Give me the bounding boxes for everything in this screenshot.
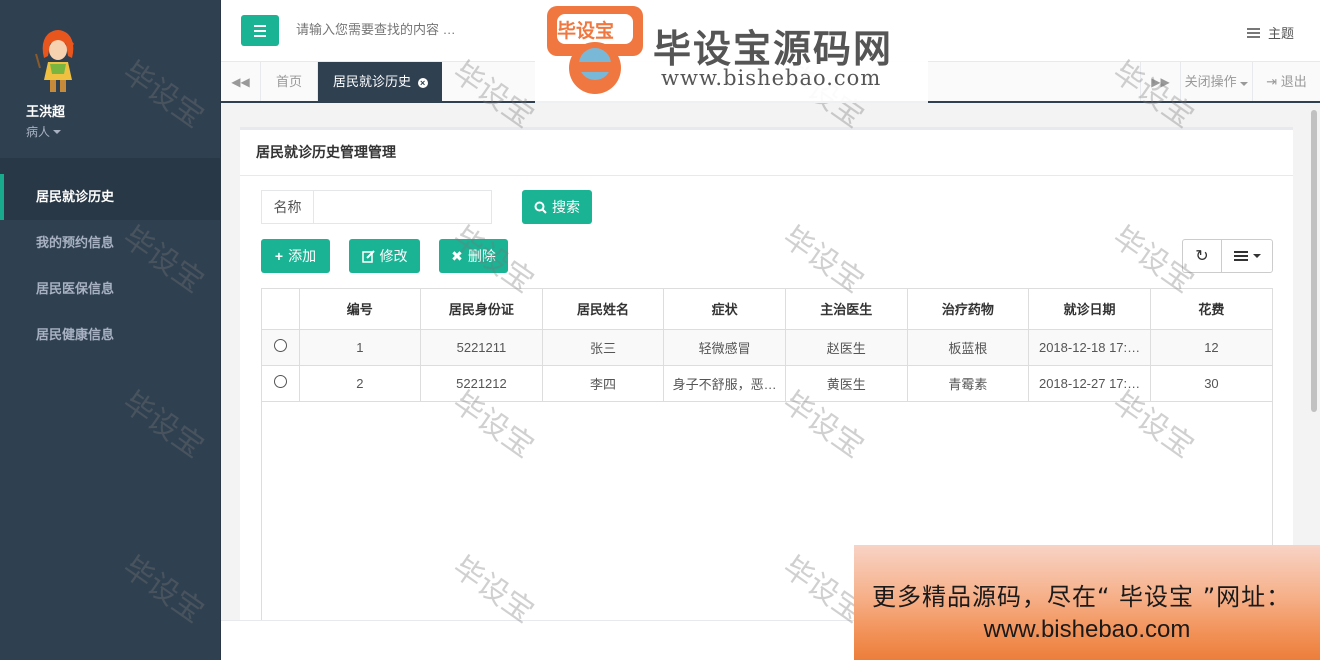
avatar[interactable] [34,28,82,94]
edit-icon [361,249,375,263]
column-header[interactable]: 花费 [1149,289,1272,330]
add-button[interactable]: + 添加 [261,239,330,273]
caret-down-icon [1252,254,1261,258]
table-cell: 2018-12-27 17:… [1028,365,1151,402]
name-search-input[interactable] [314,191,491,223]
table-cell: 轻微感冒 [663,329,786,366]
tab-scroll-left-button[interactable]: ◀◀ [221,62,261,101]
close-operations-dropdown[interactable]: 关闭操作 [1180,62,1252,101]
column-header[interactable]: 编号 [298,289,421,330]
logo-banner: 毕设宝 毕设宝源码网 www.bishebao.com [535,0,928,103]
menu-toggle-button[interactable] [241,15,279,46]
table-cell: 板蓝根 [906,329,1029,366]
tab-visit-history-label: 居民就诊历史 [333,74,412,89]
column-header[interactable]: 症状 [663,289,786,330]
promo-url: www.bishebao.com [983,616,1191,643]
theme-label: 主题 [1267,26,1294,41]
panel-title: 居民就诊历史管理管理 [240,130,1293,176]
column-header[interactable]: 居民身份证 [420,289,543,330]
edit-button[interactable]: 修改 [349,239,420,273]
menu-bar-icon [254,24,266,27]
table-cell: 12 [1149,329,1272,366]
table-cell: 身子不舒服，恶… [663,365,786,402]
search-button[interactable]: 搜索 [522,190,592,224]
table-cell: 30 [1149,365,1272,402]
logout-icon: ⇥ [1266,74,1278,89]
tab-home[interactable]: 首页 [261,62,319,101]
table-header-row: 编号 居民身份证 居民姓名 症状 主治医生 治疗药物 就诊日期 花费 [262,289,1272,330]
name-search-group: 名称 [261,190,492,224]
refresh-icon: ↻ [1195,248,1209,265]
table-row[interactable]: 1 5221211 张三 轻微感冒 赵医生 板蓝根 2018-12-18 17:… [262,329,1272,366]
user-name: 王洪超 [26,104,66,119]
profile-divider [0,158,220,174]
promo-banner: 更多精品源码，尽在“ 毕设宝 ”网址： www.bishebao.com [854,545,1320,660]
caret-down-icon [53,129,62,134]
sidebar: 王洪超 病人 居民就诊历史 我的预约信息 居民医保信息 居民健康信息 [0,0,221,660]
table-cell: 2018-12-18 17:… [1028,329,1151,366]
sidebar-nav: 居民就诊历史 我的预约信息 居民医保信息 居民健康信息 [0,174,220,358]
sidebar-item-visit-history[interactable]: 居民就诊历史 [0,174,220,220]
row-radio[interactable] [273,339,287,352]
theme-button[interactable]: 主题 [1246,23,1294,42]
column-header[interactable]: 治疗药物 [906,289,1029,330]
row-select-cell [262,365,299,402]
logo-title: 毕设宝源码网 [653,27,894,71]
table-cell: 黄医生 [785,365,908,402]
close-operations-label: 关闭操作 [1184,74,1237,89]
refresh-button[interactable]: ↻ [1182,239,1222,273]
logo-url: www.bishebao.com [661,66,882,90]
forward-icon: ▶▶ [1151,74,1170,89]
plus-icon: + [274,248,284,264]
logo-badge-text: 毕设宝 [557,20,615,42]
sidebar-item-insurance[interactable]: 居民医保信息 [0,266,220,312]
sidebar-item-health[interactable]: 居民健康信息 [0,312,220,358]
promo-text: 更多精品源码，尽在“ 毕设宝 ”网址： [872,583,1292,611]
backward-icon: ◀◀ [231,74,250,89]
remove-icon: ✖ [451,247,463,264]
profile: 王洪超 病人 [0,0,220,158]
add-button-label: 添加 [288,248,317,264]
caret-down-icon [1240,82,1249,86]
global-search-input[interactable] [296,22,546,37]
logout-button[interactable]: ⇥ 退出 [1252,62,1320,101]
theme-list-icon [1246,27,1260,38]
table-cell: 张三 [541,329,664,366]
table-row[interactable]: 2 5221212 李四 身子不舒服，恶… 黄医生 青霉素 2018-12-27… [262,365,1272,402]
search-button-label: 搜索 [552,199,580,215]
table-cell: 李四 [541,365,664,402]
menu-bar-icon [254,34,266,37]
table-cell: 赵医生 [785,329,908,366]
column-header[interactable]: 居民姓名 [541,289,664,330]
page-scrollbar[interactable] [1311,110,1317,412]
name-search-label: 名称 [262,191,314,223]
columns-toggle-button[interactable] [1221,239,1273,273]
delete-button-label: 删除 [467,248,496,264]
user-role-label: 病人 [26,125,51,139]
edit-button-label: 修改 [379,248,408,264]
table-cell: 5221211 [420,329,543,366]
user-role-dropdown[interactable]: 病人 [26,123,220,140]
row-select-cell [262,329,299,366]
search-icon [534,201,547,214]
tab-scroll-right-button[interactable]: ▶▶ [1140,62,1180,101]
sidebar-item-appointments[interactable]: 我的预约信息 [0,220,220,266]
row-radio[interactable] [273,375,287,388]
select-column-header [262,289,299,330]
tab-visit-history[interactable]: 居民就诊历史 × [318,62,442,101]
table-cell: 1 [298,329,421,366]
menu-bar-icon [254,29,266,32]
column-header[interactable]: 主治医生 [785,289,908,330]
table-cell: 5221212 [420,365,543,402]
table-cell: 2 [298,365,421,402]
table-cell: 青霉素 [906,365,1029,402]
delete-button[interactable]: ✖ 删除 [439,239,508,273]
column-header[interactable]: 就诊日期 [1028,289,1151,330]
logout-label: 退出 [1280,74,1307,89]
close-tab-icon[interactable]: × [417,78,428,88]
list-icon [1233,251,1248,261]
